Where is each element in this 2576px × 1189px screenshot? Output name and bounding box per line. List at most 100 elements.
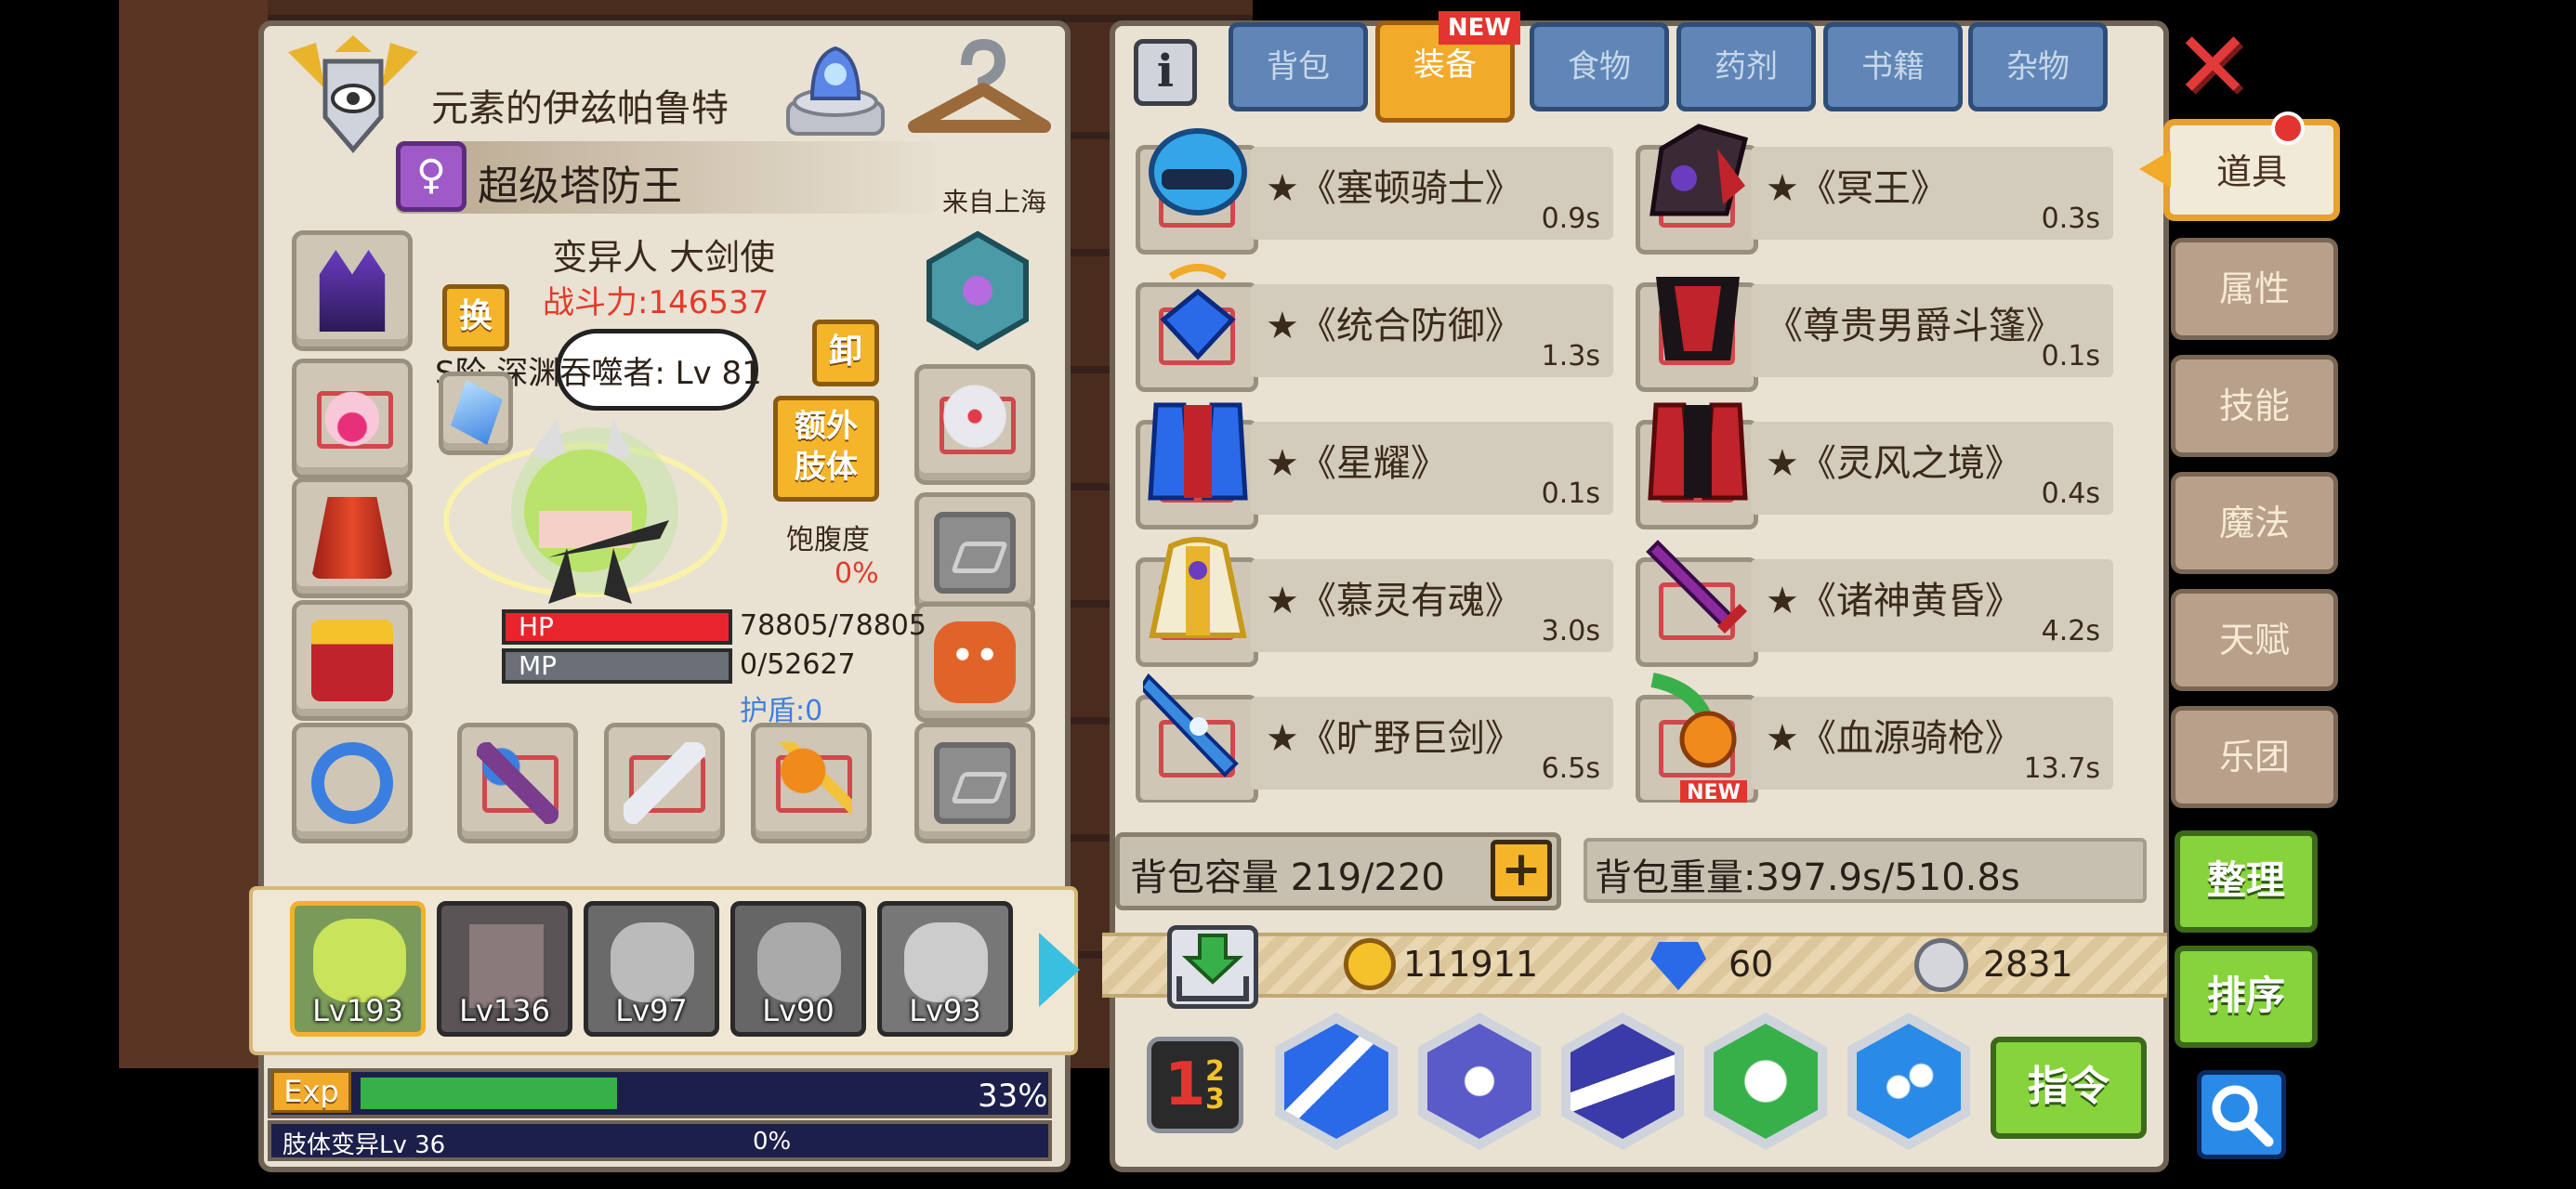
diamond-amount: 60 (1728, 944, 1774, 985)
mutation-label: 肢体变异Lv 36 (283, 1131, 446, 1159)
equip-slot-offhand[interactable] (751, 723, 872, 843)
party-member-1[interactable]: Lv193 (290, 901, 426, 1037)
download-tray-icon (1176, 934, 1249, 1001)
locked-slot-icon (934, 512, 1016, 594)
side-tab-magic[interactable]: 魔法 (2171, 472, 2338, 574)
equip-slot-ring[interactable] (292, 723, 413, 843)
item-row[interactable]: ★《塞顿骑士》 0.9s (1136, 121, 1619, 260)
skill-slot-5[interactable] (1847, 1013, 1970, 1150)
party-portrait (757, 922, 841, 1002)
gold-coin-icon (1344, 938, 1396, 990)
deposit-button[interactable] (1167, 925, 1258, 1009)
skill-slot-4[interactable] (1704, 1013, 1827, 1150)
wild-greatsword-icon (1138, 671, 1253, 780)
equip-slot-cape[interactable] (292, 600, 413, 721)
satiety-value: 0% (835, 557, 879, 590)
quick-slot-numbers-button[interactable]: 1 23 (1147, 1037, 1243, 1133)
equip-slot-gauntlet[interactable] (914, 364, 1035, 485)
exp-badge: Exp (271, 1070, 351, 1113)
gold-amount: 111911 (1403, 944, 1539, 985)
shrine-button[interactable] (781, 37, 890, 139)
shield-label: 护盾:0 (740, 695, 823, 727)
equip-slot-armor[interactable] (292, 477, 413, 598)
tab-potion[interactable]: 药剂 (1676, 22, 1816, 111)
character-sprite (427, 409, 743, 622)
dark-helm-icon (1643, 121, 1753, 230)
equip-slot-locked-1[interactable] (914, 723, 1035, 843)
sort-button[interactable]: 排序 (2175, 946, 2318, 1048)
baron-cloak-icon (1643, 258, 1753, 368)
item-name: ★《血源骑枪》 (1766, 717, 2022, 760)
skill-slot-3[interactable] (1561, 1013, 1684, 1150)
item-name: ★《统合防御》 (1266, 305, 1522, 347)
item-row[interactable]: NEW ★《血源骑枪》 13.7s (1636, 671, 2119, 803)
tab-misc[interactable]: 杂物 (1968, 22, 2108, 111)
unequip-button[interactable]: 卸 (812, 320, 879, 386)
golden-cape-icon (311, 620, 393, 701)
party-member-4[interactable]: Lv90 (730, 901, 866, 1037)
skill-slot-2[interactable] (1418, 1013, 1541, 1150)
side-tab-attributes[interactable]: 属性 (2171, 238, 2338, 340)
gauntlet-icon (934, 384, 1016, 465)
number-1-icon: 1 (1164, 1051, 1206, 1119)
blue-ring-icon (311, 742, 393, 824)
character-name: 元素的伊兹帕鲁特 (431, 87, 729, 130)
tab-backpack[interactable]: 背包 (1229, 22, 1368, 111)
equip-slot-staff[interactable] (457, 723, 578, 843)
item-row[interactable]: ★《慕灵有魂》 3.0s (1136, 533, 1619, 673)
equip-slot-locked-2[interactable] (914, 492, 1035, 613)
tab-food[interactable]: 食物 (1530, 22, 1669, 111)
side-tab-talent[interactable]: 天赋 (2171, 589, 2338, 691)
dark-helmet-icon (319, 250, 386, 332)
item-list: ★《塞顿骑士》 0.9s ★《冥王》 0.3s ★《统合防御》 1.3s 《尊贵… (1136, 121, 2149, 803)
item-row[interactable]: ★《星耀》 0.1s (1136, 396, 1619, 535)
item-name: ★《灵风之境》 (1766, 442, 2022, 485)
side-tab-band[interactable]: 乐团 (2171, 706, 2338, 808)
extra-limb-button[interactable]: 额外 肢体 (773, 396, 879, 502)
party-member-3[interactable]: Lv97 (584, 901, 719, 1037)
equip-slot-pet[interactable] (914, 602, 1035, 723)
organize-button[interactable]: 整理 (2175, 830, 2318, 933)
item-row[interactable]: ★《灵风之境》 0.4s (1636, 396, 2119, 535)
item-row[interactable]: ★《诸神黄昏》 4.2s (1636, 533, 2119, 673)
golden-robe-icon (1143, 533, 1253, 643)
party-level: Lv93 (909, 993, 981, 1028)
item-row[interactable]: 《尊贵男爵斗篷》 0.1s (1636, 258, 2119, 398)
equip-slot-helmet[interactable] (292, 230, 413, 351)
item-name: 《尊贵男爵斗篷》 (1766, 305, 2063, 347)
pumpkin-lance-icon (1643, 671, 1753, 780)
item-row[interactable]: ★《统合防御》 1.3s (1136, 258, 1619, 398)
search-button[interactable] (2197, 1070, 2286, 1159)
emblem-gem-icon[interactable] (922, 230, 1033, 351)
equip-slot-necklace[interactable] (292, 359, 413, 479)
command-button[interactable]: 指令 (1991, 1037, 2147, 1139)
satiety-label: 饱腹度 (786, 524, 870, 556)
party-next-arrow-icon[interactable] (1039, 933, 1080, 1007)
exp-bar-fill (361, 1078, 617, 1109)
item-weight: 1.3s (1541, 340, 1600, 372)
add-capacity-button[interactable]: + (1491, 840, 1552, 901)
hanger-icon[interactable] (903, 37, 1056, 141)
great-sword-icon (624, 742, 705, 824)
item-weight: 0.4s (2041, 477, 2100, 510)
skill-slot-1[interactable] (1275, 1013, 1398, 1150)
item-weight: 0.1s (2041, 340, 2100, 372)
side-tab-skills[interactable]: 技能 (2171, 355, 2338, 457)
close-x-icon[interactable]: ✕ (2171, 20, 2254, 112)
character-title: 超级塔防王 (478, 163, 682, 210)
party-portrait (904, 922, 988, 1002)
number-23-icon: 23 (1205, 1055, 1225, 1116)
tab-books[interactable]: 书籍 (1823, 22, 1963, 111)
party-member-5[interactable]: Lv93 (877, 901, 1013, 1037)
item-row[interactable]: ★《旷野巨剑》 6.5s (1136, 671, 1619, 803)
equip-slot-weapon[interactable] (604, 723, 725, 843)
bag-capacity-label: 背包容量 219/220 (1130, 856, 1445, 899)
item-row[interactable]: ★《冥王》 0.3s (1636, 121, 2119, 260)
mp-value: 0/52627 (740, 648, 856, 681)
party-member-2[interactable]: Lv136 (437, 901, 572, 1037)
side-tab-items[interactable]: 道具 (2163, 119, 2340, 221)
info-icon[interactable]: i (1134, 39, 1197, 106)
pumpkin-key-icon (770, 742, 852, 824)
item-name: ★《旷野巨剑》 (1266, 717, 1522, 760)
swap-button[interactable]: 换 (442, 284, 509, 351)
